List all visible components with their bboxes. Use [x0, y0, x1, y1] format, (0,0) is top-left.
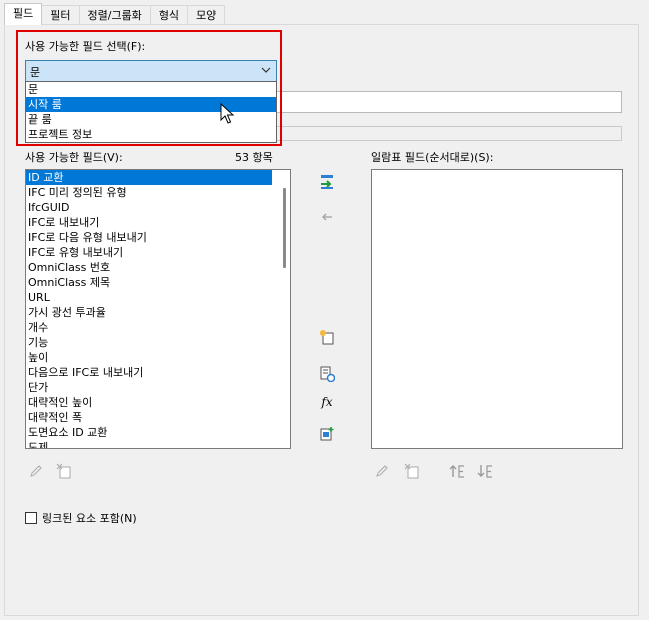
list-item[interactable]: 대략적인 폭 [26, 410, 290, 425]
list-item[interactable]: OmniClass 번호 [26, 260, 290, 275]
scheduled-fields-label: 일람표 필드(순서대로)(S): [371, 151, 494, 164]
new-parameter-icon [320, 330, 334, 345]
formula-icon: fx [321, 395, 333, 409]
select-from-label: 사용 가능한 필드 선택(F): [25, 40, 146, 53]
delete-scheduled-parameter-button[interactable] [403, 462, 421, 480]
add-shared-parameter-button[interactable] [318, 365, 336, 383]
add-calculated-parameter-button[interactable]: fx [318, 393, 336, 411]
dropdown-option[interactable]: 프로젝트 정보 [26, 127, 276, 142]
shared-parameter-icon [320, 366, 335, 382]
delete-parameter-icon [56, 463, 71, 479]
move-up-button[interactable] [449, 462, 467, 480]
new-parameter-button[interactable] [318, 328, 336, 346]
list-item[interactable]: IFC로 다음 유형 내보내기 [26, 230, 290, 245]
list-item[interactable]: IFC 미리 정의된 유형 [26, 185, 290, 200]
combo-value: 문 [30, 66, 41, 79]
remove-parameter-button[interactable] [318, 208, 336, 226]
scheduled-fields-list[interactable] [371, 169, 623, 449]
move-up-icon [449, 465, 464, 478]
move-down-icon [477, 465, 492, 478]
available-fields-count: 53 항목 [235, 151, 273, 164]
edit-scheduled-parameter-button[interactable] [373, 462, 391, 480]
tab-filter[interactable]: 필터 [41, 5, 80, 25]
add-parameter-button[interactable] [318, 173, 336, 191]
move-down-button[interactable] [477, 462, 495, 480]
include-linked-row[interactable]: 링크된 요소 포함(N) [25, 510, 137, 526]
remove-arrow-icon [321, 213, 332, 221]
dropdown-option[interactable]: 끝 룸 [26, 112, 276, 127]
include-linked-checkbox[interactable] [25, 512, 37, 524]
list-item[interactable]: 기능 [26, 335, 290, 350]
delete-parameter-icon [404, 463, 419, 479]
dropdown-option[interactable]: 문 [26, 82, 276, 97]
list-item[interactable]: IFC로 내보내기 [26, 215, 290, 230]
pencil-icon [376, 465, 388, 477]
add-arrow-icon [321, 175, 333, 189]
chevron-down-icon[interactable] [260, 63, 272, 77]
select-from-dropdown: 문 시작 룸 끝 룸 프로젝트 정보 [25, 81, 277, 143]
combine-parameters-icon [320, 427, 334, 441]
tab-sorting-grouping[interactable]: 정렬/그룹화 [78, 5, 151, 25]
tab-strip: 필드 필터 정렬/그룹화 형식 모양 [4, 3, 226, 25]
list-item[interactable]: OmniClass 제목 [26, 275, 290, 290]
list-item[interactable]: 도면요소 ID 교환 [26, 425, 290, 440]
tab-appearance[interactable]: 모양 [187, 5, 226, 25]
select-from-combo[interactable]: 문 [25, 60, 277, 82]
list-item[interactable]: 단가 [26, 380, 290, 395]
background-field [275, 91, 622, 113]
edit-parameter-button[interactable] [27, 462, 45, 480]
list-item[interactable]: 높이 [26, 350, 290, 365]
scrollbar-thumb[interactable] [283, 188, 286, 268]
background-field [275, 126, 622, 141]
include-linked-label: 링크된 요소 포함(N) [42, 512, 137, 525]
list-item[interactable]: 도제 [26, 440, 290, 448]
list-item[interactable]: 대략적인 높이 [26, 395, 290, 410]
list-item[interactable]: URL [26, 290, 290, 305]
pencil-icon [30, 465, 42, 477]
list-item[interactable]: 개수 [26, 320, 290, 335]
available-fields-list[interactable]: ID 교환 IFC 미리 정의된 유형 IfcGUID IFC로 내보내기 IF… [25, 169, 291, 449]
tab-fields[interactable]: 필드 [4, 3, 43, 25]
list-item[interactable]: 가시 광선 투과율 [26, 305, 290, 320]
combine-parameters-button[interactable] [318, 425, 336, 443]
list-item[interactable]: IfcGUID [26, 200, 290, 215]
delete-parameter-button[interactable] [55, 462, 73, 480]
dropdown-option-selected[interactable]: 시작 룸 [26, 97, 276, 112]
available-fields-label: 사용 가능한 필드(V): [25, 151, 123, 164]
mouse-cursor-icon [220, 103, 235, 124]
list-item[interactable]: 다음으로 IFC로 내보내기 [26, 365, 290, 380]
list-item[interactable]: ID 교환 [26, 170, 272, 185]
tab-formatting[interactable]: 형식 [149, 5, 189, 25]
list-item[interactable]: IFC로 유형 내보내기 [26, 245, 290, 260]
